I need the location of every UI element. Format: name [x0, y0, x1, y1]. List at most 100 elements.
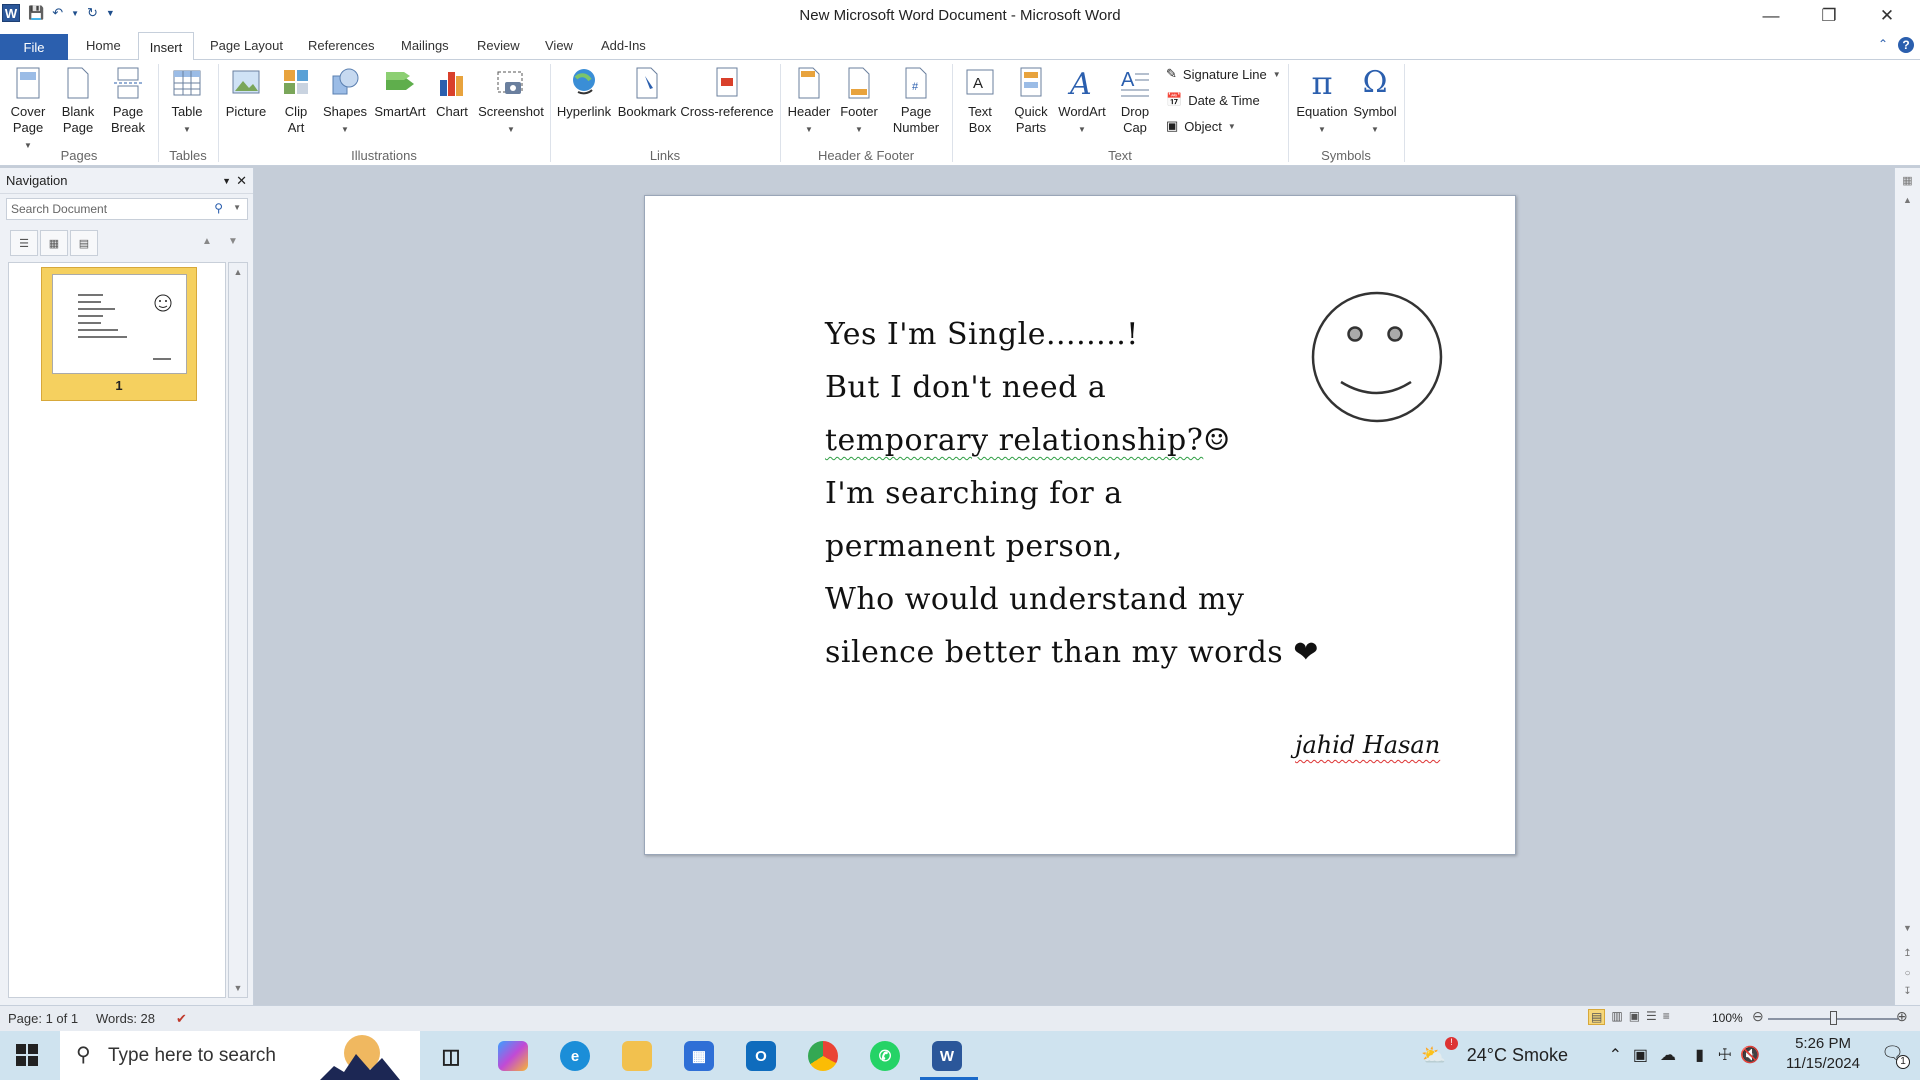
task-view-icon[interactable]: ◫ [436, 1041, 466, 1071]
previous-page-icon[interactable]: ↥ [1895, 948, 1920, 959]
browse-object-icon[interactable]: ○ [1895, 968, 1920, 979]
wordart-button[interactable]: A WordArt ▼ [1058, 66, 1106, 138]
microsoft-store-icon[interactable]: ▦ [684, 1041, 714, 1071]
whatsapp-icon[interactable]: ✆ [870, 1041, 900, 1071]
quick-parts-button[interactable]: Quick Parts [1008, 66, 1054, 136]
weather-text[interactable]: 24°C Smoke [1467, 1045, 1568, 1066]
smiley-face-shape[interactable] [1311, 288, 1445, 426]
minimize-ribbon-icon[interactable]: ⌃ [1878, 37, 1888, 53]
smartart-icon [384, 66, 416, 100]
search-dropdown-icon[interactable]: ▼ [233, 203, 241, 212]
equation-button[interactable]: π Equation ▼ [1294, 66, 1350, 138]
file-explorer-icon[interactable] [622, 1041, 652, 1071]
poem-line: permanent person, [825, 529, 1123, 564]
zoom-level[interactable]: 100% [1712, 1011, 1743, 1025]
clock[interactable]: 5:26 PM 11/15/2024 [1786, 1034, 1860, 1074]
onedrive-icon[interactable]: ☁ [1660, 1045, 1676, 1065]
word-taskbar-icon[interactable]: W [932, 1041, 962, 1071]
next-page-icon[interactable]: ↧ [1895, 986, 1920, 997]
tab-page-layout[interactable]: Page Layout [206, 38, 287, 53]
copilot-icon[interactable] [498, 1041, 528, 1071]
pages-view-icon[interactable]: ▦ [40, 230, 68, 256]
windows-start-icon[interactable] [16, 1044, 38, 1069]
restore-button[interactable]: ❐ [1800, 0, 1858, 32]
picture-button[interactable]: Picture [224, 66, 268, 120]
tab-review[interactable]: Review [473, 38, 524, 53]
tab-mailings[interactable]: Mailings [397, 38, 453, 53]
blank-page-button[interactable]: Blank Page [58, 66, 98, 136]
weather-icon[interactable]: ⛅ [1421, 1043, 1446, 1068]
group-label-illustrations: Illustrations [351, 148, 417, 163]
headings-view-icon[interactable]: ☰ [10, 230, 38, 256]
tab-insert[interactable]: Insert [138, 32, 194, 61]
document-page[interactable]: Yes I'm Single........! But I don't need… [644, 195, 1516, 855]
full-screen-reading-icon[interactable]: ▥ [1611, 1009, 1622, 1025]
tab-home[interactable]: Home [82, 38, 125, 53]
chart-button[interactable]: Chart [434, 66, 470, 120]
poem-text[interactable]: Yes I'm Single........! But I don't need… [825, 308, 1319, 679]
outlook-icon[interactable]: O [746, 1041, 776, 1071]
cross-reference-button[interactable]: Cross-reference [680, 66, 774, 120]
page-thumbnail[interactable]: 1 [41, 267, 197, 401]
vertical-scrollbar[interactable]: ▦ ▲ ▼ ↥ ○ ↧ [1894, 168, 1920, 1005]
drop-cap-button[interactable]: A Drop Cap [1110, 66, 1160, 136]
tab-references[interactable]: References [304, 38, 378, 53]
cover-page-button[interactable]: Cover Page ▼ [8, 66, 48, 154]
minimize-button[interactable]: — [1742, 0, 1800, 32]
next-result-icon[interactable]: ▼ [228, 236, 238, 247]
help-icon[interactable]: ? [1898, 37, 1914, 53]
date-time-button[interactable]: 📅 Date & Time [1166, 92, 1260, 108]
volume-icon[interactable]: 🔇 [1740, 1045, 1760, 1065]
proofing-icon[interactable]: ✔ [176, 1011, 187, 1027]
chrome-icon[interactable] [808, 1041, 838, 1071]
zoom-in-icon[interactable]: ⊕ [1896, 1008, 1908, 1025]
clip-art-button[interactable]: Clip Art [278, 66, 314, 136]
thumbnail-scrollbar[interactable]: ▲ ▼ [228, 262, 248, 998]
text-box-button[interactable]: A Text Box [958, 66, 1002, 136]
smartart-button[interactable]: SmartArt [372, 66, 428, 120]
bookmark-button[interactable]: Bookmark [616, 66, 678, 120]
tab-add-ins[interactable]: Add-Ins [597, 38, 650, 53]
search-document-input[interactable]: Search Document ⚲ ▼ [6, 198, 248, 220]
group-label-pages: Pages [60, 148, 98, 163]
print-layout-icon[interactable]: ▤ [1588, 1009, 1606, 1025]
web-layout-icon[interactable]: ▣ [1629, 1009, 1640, 1025]
page-number-button[interactable]: # Page Number [886, 66, 946, 136]
header-button[interactable]: Header ▼ [786, 66, 832, 138]
scroll-up-icon[interactable]: ▲ [1895, 195, 1920, 205]
close-button[interactable]: ✕ [1858, 0, 1916, 32]
symbol-button[interactable]: Ω Symbol ▼ [1350, 66, 1400, 138]
nav-close-icon[interactable]: ✕ [236, 173, 247, 189]
zoom-slider-thumb[interactable] [1830, 1011, 1837, 1025]
table-button[interactable]: Table ▼ [166, 66, 208, 138]
text-box-icon: A [964, 66, 996, 100]
screenshot-button[interactable]: Screenshot ▼ [476, 66, 546, 138]
results-view-icon[interactable]: ▤ [70, 230, 98, 256]
tab-view[interactable]: View [541, 38, 577, 53]
show-hidden-icons[interactable]: ⌃ [1609, 1045, 1622, 1065]
meet-icon[interactable]: ▣ [1633, 1045, 1648, 1065]
battery-icon[interactable]: ▮ [1695, 1045, 1704, 1065]
hyperlink-button[interactable]: Hyperlink [556, 66, 612, 120]
object-button[interactable]: ▣ Object ▼ [1166, 118, 1236, 134]
group-label-links: Links [649, 148, 681, 163]
shapes-button[interactable]: Shapes ▼ [322, 66, 368, 138]
zoom-out-icon[interactable]: ⊖ [1752, 1008, 1764, 1025]
page-break-button[interactable]: Page Break [108, 66, 148, 136]
header-icon [793, 66, 825, 100]
word-count[interactable]: Words: 28 [96, 1011, 155, 1026]
footer-button[interactable]: Footer ▼ [836, 66, 882, 138]
search-icon[interactable]: ⚲ [214, 201, 223, 215]
signature-line-button[interactable]: ✎ Signature Line ▼ [1166, 66, 1281, 82]
scroll-down-icon[interactable]: ▼ [1895, 923, 1920, 933]
page-count[interactable]: Page: 1 of 1 [8, 1011, 78, 1026]
taskbar-search-box[interactable]: ⚲ Type here to search [60, 1031, 420, 1080]
nav-options-icon[interactable]: ▼ [222, 176, 231, 186]
previous-result-icon[interactable]: ▲ [202, 236, 212, 247]
edge-icon[interactable]: e [560, 1041, 590, 1071]
outline-view-icon[interactable]: ☰ [1646, 1009, 1657, 1025]
wifi-icon[interactable]: ☩ [1718, 1045, 1732, 1065]
tab-file[interactable]: File [0, 34, 68, 60]
ruler-toggle-icon[interactable]: ▦ [1895, 174, 1920, 187]
draft-view-icon[interactable]: ≡ [1663, 1009, 1670, 1025]
